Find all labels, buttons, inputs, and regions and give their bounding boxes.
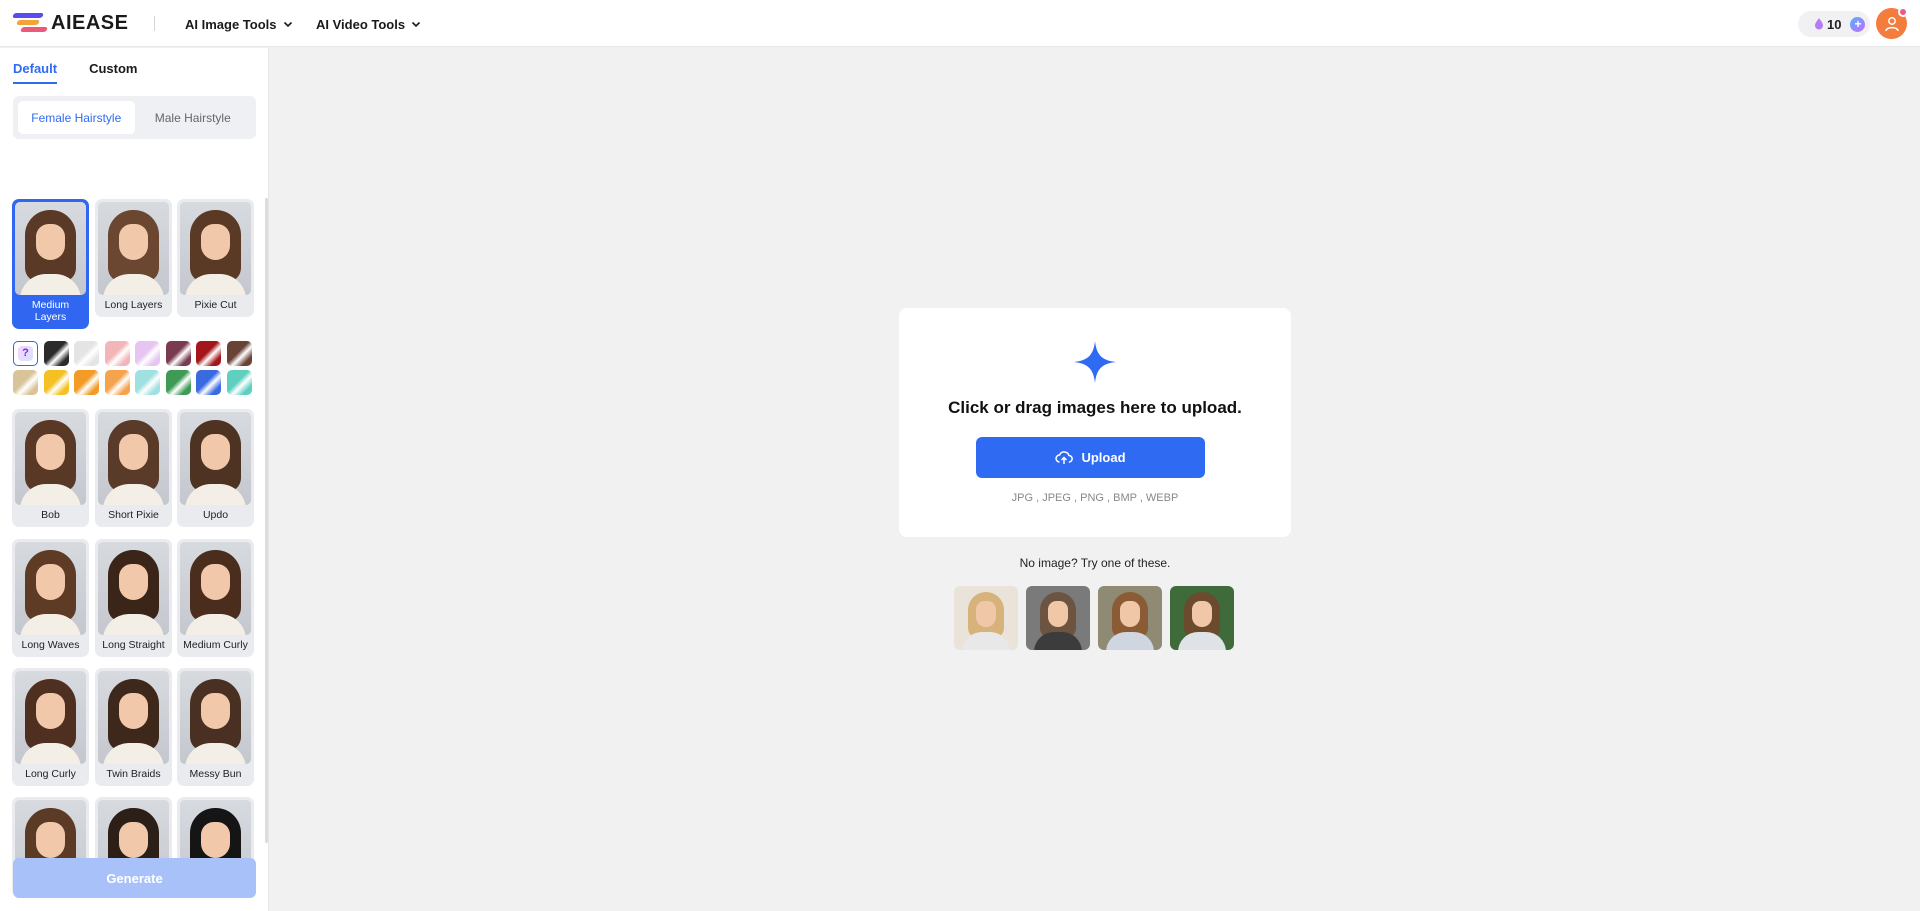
hair-color-swatch[interactable] <box>104 370 130 395</box>
sample-image[interactable] <box>954 586 1018 650</box>
hair-color-swatch[interactable] <box>74 370 99 395</box>
hairstyle-card[interactable]: Updo <box>177 409 254 527</box>
user-icon <box>1884 16 1899 31</box>
hair-color-swatch[interactable] <box>135 370 160 395</box>
hair-color-swatch[interactable] <box>13 370 38 395</box>
hair-color-swatch[interactable] <box>165 341 191 366</box>
hair-color-swatch[interactable] <box>226 341 252 366</box>
avatar[interactable] <box>1876 7 1908 39</box>
question-icon: ? <box>18 346 33 361</box>
hairstyle-card[interactable]: Long Straight <box>95 539 172 657</box>
logo-text: AIEASE <box>51 11 129 34</box>
hairstyle-label: Medium Curly <box>183 639 248 651</box>
top-header: AIEASE AI Image Tools AI Video Tools 10 … <box>0 0 1920 47</box>
logo[interactable]: AIEASE <box>12 10 129 36</box>
notification-dot <box>1898 7 1908 17</box>
sample-image[interactable] <box>1098 586 1162 650</box>
hairstyle-card[interactable]: Pixie Cut <box>177 199 254 317</box>
hairstyle-card[interactable]: Long Layers <box>95 199 172 317</box>
credits-count: 10 <box>1827 16 1842 32</box>
hairstyle-photo <box>15 412 86 505</box>
sparkle-icon <box>1074 341 1116 383</box>
hairstyle-card[interactable]: Bob <box>12 409 89 527</box>
hairstyle-label: Long Curly <box>25 768 76 780</box>
hairstyle-label: Long Layers <box>104 299 163 311</box>
hairstyle-grid: Medium Layers Long Layers Pixie Cut? Bob Sho… <box>12 150 258 892</box>
hairstyle-card[interactable]: Messy Bun <box>177 668 254 786</box>
hairstyle-card[interactable]: Twin Braids <box>95 668 172 786</box>
hairstyle-photo <box>180 202 251 295</box>
generate-button[interactable]: Generate <box>13 858 256 898</box>
add-credits-icon[interactable]: + <box>1850 16 1866 32</box>
hairstyle-label: Messy Bun <box>189 768 242 780</box>
supported-formats: JPG , JPEG , PNG , BMP , WEBP <box>1011 492 1179 504</box>
hairstyle-photo <box>98 671 169 764</box>
header-divider <box>154 16 155 31</box>
gem-icon <box>1815 18 1823 30</box>
hairstyle-sidebar: Default Custom Female Hairstyle Male Hai… <box>0 48 269 911</box>
scrollbar[interactable] <box>265 198 268 843</box>
hairstyle-label: Pixie Cut <box>194 299 237 311</box>
hair-color-swatch[interactable] <box>226 370 252 395</box>
upload-title: Click or drag images here to upload. <box>948 398 1242 417</box>
hairstyle-label: Updo <box>202 509 229 521</box>
chevron-down-icon <box>283 21 292 28</box>
sample-image[interactable] <box>1026 586 1090 650</box>
hair-color-swatch[interactable] <box>165 370 191 395</box>
upload-button-label: Upload <box>1081 450 1126 465</box>
hairstyle-photo <box>180 542 251 635</box>
chevron-down-icon <box>412 21 421 28</box>
hair-color-swatch[interactable] <box>43 341 69 366</box>
hairstyle-photo <box>15 542 86 635</box>
hairstyle-card[interactable]: Medium Curly <box>177 539 254 657</box>
hairstyle-photo <box>98 202 169 295</box>
sample-image[interactable] <box>1170 586 1234 650</box>
cloud-upload-icon <box>1055 451 1074 464</box>
hairstyle-card[interactable]: Short Pixie <box>95 409 172 527</box>
random-color-swatch[interactable]: ? <box>13 341 38 366</box>
sample-images <box>954 586 1234 650</box>
hairstyle-photo <box>15 671 86 764</box>
hairstyle-photo <box>180 412 251 505</box>
nav-label: AI Video Tools <box>316 16 406 32</box>
nav-ai-video-tools[interactable]: AI Video Tools <box>316 14 421 34</box>
upload-dropzone[interactable]: Click or drag images here to upload. Upl… <box>899 308 1291 537</box>
logo-icon <box>12 12 48 34</box>
hairstyle-card[interactable]: Long Curly <box>12 668 89 786</box>
hairstyle-photo <box>98 542 169 635</box>
gender-toggle: Female Hairstyle Male Hairstyle <box>13 96 256 139</box>
female-hairstyle-tab[interactable]: Female Hairstyle <box>18 101 135 134</box>
hair-color-swatch[interactable] <box>104 341 130 366</box>
hair-color-swatch[interactable] <box>43 370 69 395</box>
tab-custom[interactable]: Custom <box>89 61 137 84</box>
hairstyle-label: Twin Braids <box>106 768 161 780</box>
hairstyle-photo <box>15 202 86 295</box>
nav-ai-image-tools[interactable]: AI Image Tools <box>185 14 293 34</box>
hairstyle-label: Short Pixie <box>108 509 159 521</box>
hair-color-swatch[interactable] <box>135 341 160 366</box>
hairstyle-label: Medium Layers <box>31 299 70 323</box>
hairstyle-photo <box>98 412 169 505</box>
hair-color-swatch[interactable] <box>196 341 221 366</box>
sample-prompt: No image? Try one of these. <box>1019 556 1171 570</box>
hairstyle-photo <box>180 671 251 764</box>
male-hairstyle-tab[interactable]: Male Hairstyle <box>135 101 252 134</box>
mode-tabs: Default Custom <box>13 61 137 84</box>
hairstyle-label: Long Waves <box>21 639 80 651</box>
hairstyle-card[interactable]: Long Waves <box>12 539 89 657</box>
tab-default[interactable]: Default <box>13 61 58 84</box>
hairstyle-card[interactable]: Medium Layers <box>12 199 89 329</box>
hair-color-swatch[interactable] <box>196 370 221 395</box>
upload-button[interactable]: Upload <box>976 437 1205 478</box>
hairstyle-label: Long Straight <box>102 639 165 651</box>
credits-badge[interactable]: 10 + <box>1798 11 1870 37</box>
hair-color-swatch[interactable] <box>74 341 99 366</box>
nav-label: AI Image Tools <box>185 16 277 32</box>
hairstyle-label: Bob <box>41 509 60 521</box>
